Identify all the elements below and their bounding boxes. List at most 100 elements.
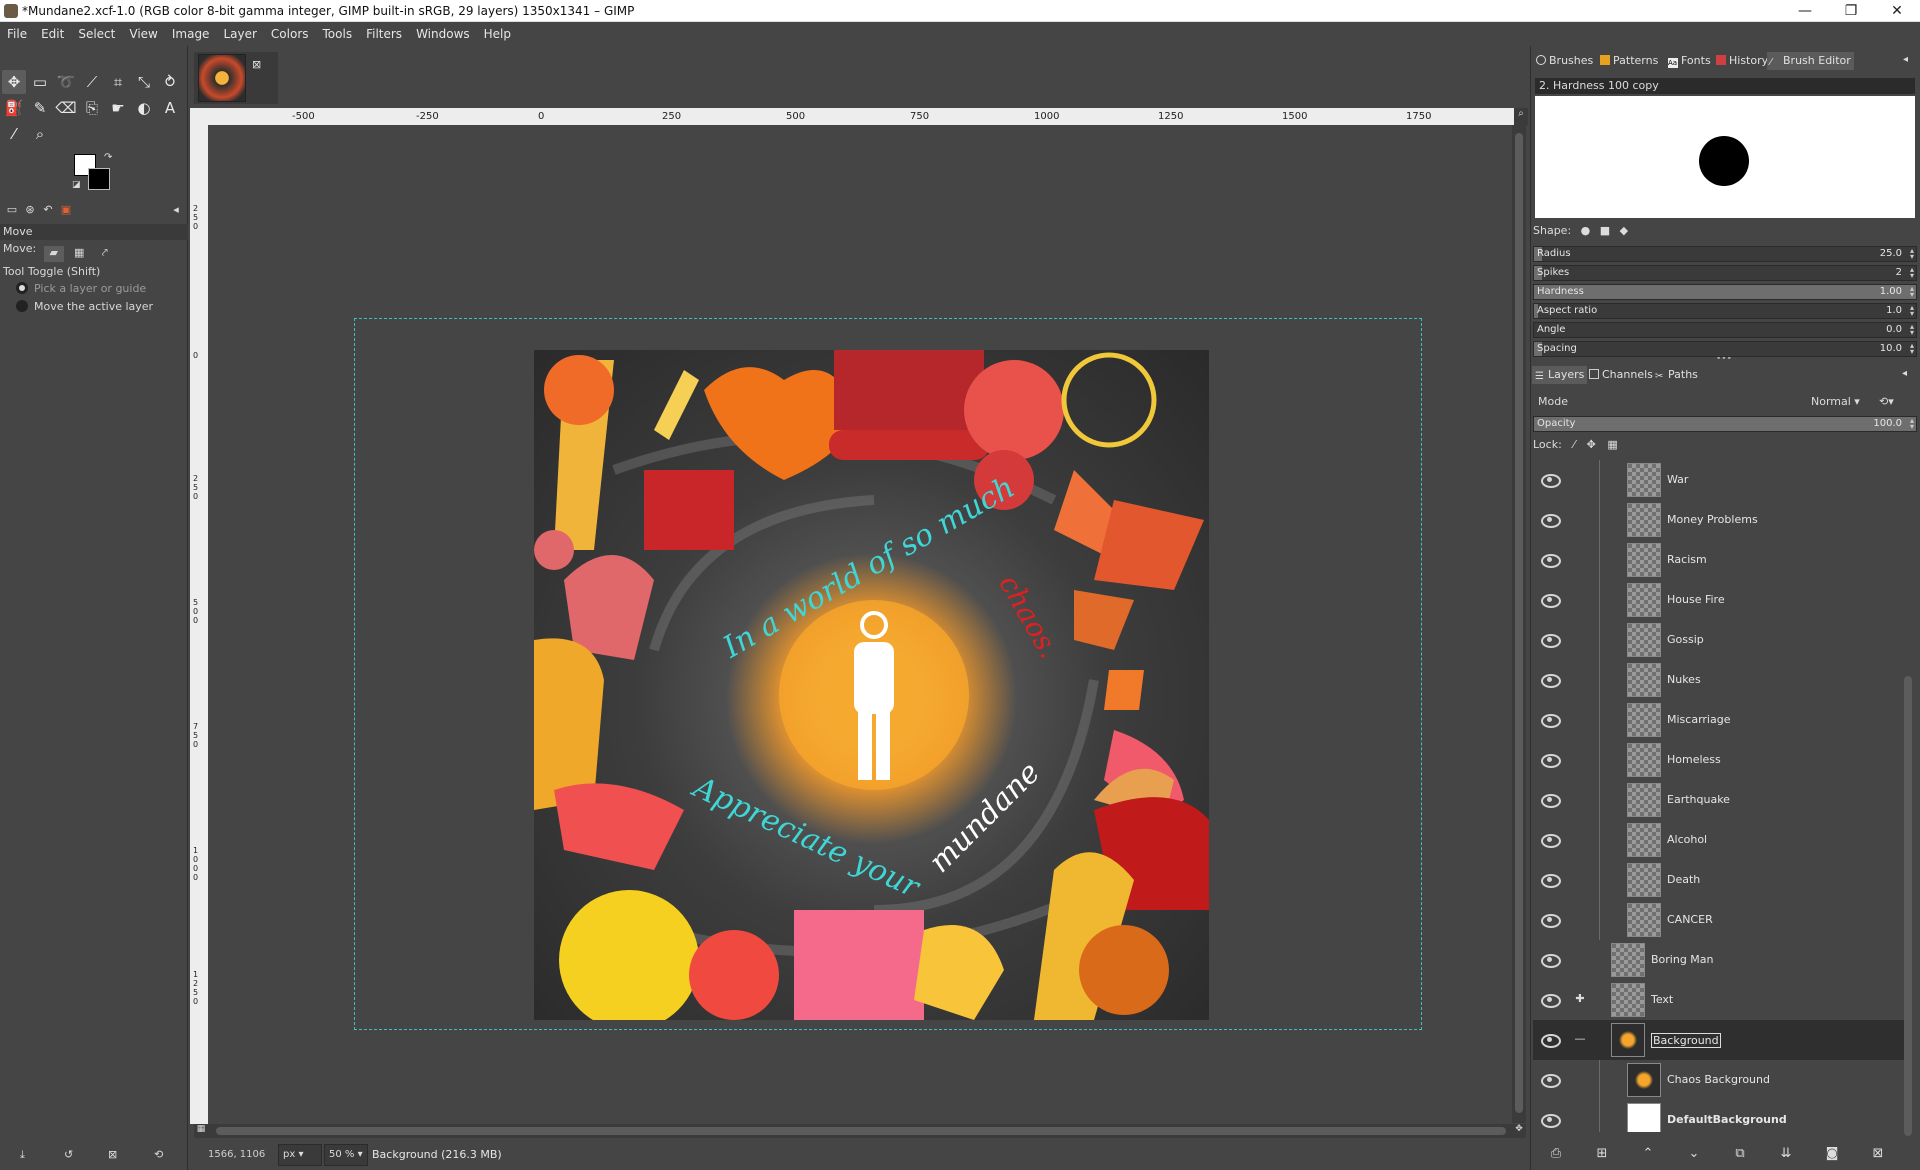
clone-tool-icon[interactable]: ⎘ bbox=[80, 96, 104, 120]
menu-windows[interactable]: Windows bbox=[409, 22, 477, 46]
menu-help[interactable]: Help bbox=[477, 22, 518, 46]
move-layer-mode-icon[interactable]: ▰ bbox=[43, 246, 64, 262]
layers-scroll-thumb[interactable] bbox=[1904, 676, 1912, 1136]
restore-button[interactable]: ❐ bbox=[1828, 0, 1874, 22]
slider-radius[interactable]: Radius 25.0 ▴ ▾ bbox=[1533, 246, 1917, 262]
duplicate-layer-icon[interactable]: ⧉ bbox=[1729, 1146, 1751, 1164]
artwork-image[interactable]: In a world of so much chaos. Appreciate … bbox=[534, 350, 1209, 1020]
slider-spacing[interactable]: Spacing 10.0 ▴ ▾ bbox=[1533, 341, 1917, 357]
zoom-select[interactable]: 50 % ▾ bbox=[324, 1144, 368, 1166]
visibility-eye-icon[interactable] bbox=[1541, 752, 1561, 768]
visibility-eye-icon[interactable] bbox=[1541, 1072, 1561, 1088]
zoom-tool-icon[interactable]: ⌕ bbox=[28, 122, 52, 146]
new-layer-icon[interactable]: ⎙ bbox=[1545, 1146, 1567, 1164]
slider-spin-icon[interactable]: ▴ ▾ bbox=[1910, 342, 1914, 356]
transform-tool-icon[interactable]: ⤡ bbox=[132, 70, 156, 94]
layer-row[interactable]: ✚ Text bbox=[1533, 980, 1905, 1020]
opacity-slider[interactable]: Opacity 100.0 ▴ ▾ bbox=[1533, 416, 1917, 432]
mode-reset-icon[interactable]: ⟲▾ bbox=[1879, 392, 1894, 412]
move-path-mode-icon[interactable]: ⤤ bbox=[95, 246, 115, 262]
paintbrush-tool-icon[interactable]: ✎ bbox=[28, 96, 52, 120]
visibility-eye-icon[interactable] bbox=[1541, 672, 1561, 688]
visibility-eye-icon[interactable] bbox=[1541, 632, 1561, 648]
lock-position-icon[interactable]: ✥ bbox=[1587, 438, 1596, 451]
layer-row[interactable]: House Fire bbox=[1533, 580, 1905, 620]
menu-tools[interactable]: Tools bbox=[316, 22, 360, 46]
lock-pixels-icon[interactable]: ⁄ bbox=[1573, 438, 1575, 451]
layer-row[interactable]: War bbox=[1533, 460, 1905, 500]
move-selection-mode-icon[interactable]: ▦ bbox=[69, 246, 89, 262]
close-image-icon[interactable]: ⊠ bbox=[252, 58, 261, 71]
horizontal-scrollbar[interactable] bbox=[208, 1124, 1514, 1138]
visibility-eye-icon[interactable] bbox=[1541, 512, 1561, 528]
visibility-eye-icon[interactable] bbox=[1541, 872, 1561, 888]
layer-row[interactable]: Racism bbox=[1533, 540, 1905, 580]
visibility-eye-icon[interactable] bbox=[1541, 992, 1561, 1008]
expand-group-icon[interactable]: ✚ bbox=[1573, 992, 1587, 1006]
dodge-tool-icon[interactable]: ◐ bbox=[132, 96, 156, 120]
collapse-group-icon[interactable]: — bbox=[1573, 1032, 1587, 1046]
brush-name[interactable]: 2. Hardness 100 copy bbox=[1535, 78, 1915, 94]
tab-brush-editor[interactable]: ⁄ Brush Editor bbox=[1767, 52, 1854, 70]
layer-row[interactable]: Nukes bbox=[1533, 660, 1905, 700]
raise-layer-icon[interactable]: ⌃ bbox=[1637, 1146, 1659, 1164]
delete-options-icon[interactable]: ⊠ bbox=[108, 1148, 117, 1161]
menu-image[interactable]: Image bbox=[165, 22, 217, 46]
crop-tool-icon[interactable]: ⌗ bbox=[106, 70, 130, 94]
images-tab-icon[interactable]: ▣ bbox=[58, 202, 74, 218]
shape-square-icon[interactable]: ■ bbox=[1600, 224, 1610, 237]
visibility-eye-icon[interactable] bbox=[1541, 592, 1561, 608]
layer-row[interactable]: Death bbox=[1533, 860, 1905, 900]
visibility-eye-icon[interactable] bbox=[1541, 1032, 1561, 1048]
vertical-scrollbar[interactable] bbox=[1512, 125, 1526, 1123]
ruler-corner[interactable] bbox=[190, 108, 208, 125]
text-tool-icon[interactable]: A bbox=[158, 96, 182, 120]
menu-colors[interactable]: Colors bbox=[264, 22, 316, 46]
menu-edit[interactable]: Edit bbox=[34, 22, 71, 46]
layer-row[interactable]: Homeless bbox=[1533, 740, 1905, 780]
layers-configure-icon[interactable]: ◂ bbox=[1902, 368, 1907, 379]
vertical-scroll-thumb[interactable] bbox=[1515, 133, 1523, 1113]
visibility-eye-icon[interactable] bbox=[1541, 552, 1561, 568]
dock-configure-icon[interactable]: ◂ bbox=[1903, 54, 1908, 65]
save-options-icon[interactable]: ⤓ bbox=[20, 1148, 25, 1162]
lasso-tool-icon[interactable]: ➰ bbox=[54, 70, 78, 94]
layer-row[interactable]: Earthquake bbox=[1533, 780, 1905, 820]
slider-spin-icon[interactable]: ▴ ▾ bbox=[1910, 323, 1914, 337]
smudge-tool-icon[interactable]: ☛ bbox=[106, 96, 130, 120]
visibility-eye-icon[interactable] bbox=[1541, 912, 1561, 928]
slider-spin-icon[interactable]: ▴ ▾ bbox=[1910, 285, 1914, 299]
slider-hardness[interactable]: Hardness 1.00 ▴ ▾ bbox=[1533, 284, 1917, 300]
move-active-layer-option[interactable]: Move the active layer bbox=[16, 300, 153, 313]
lock-alpha-icon[interactable]: ▦ bbox=[1607, 438, 1617, 451]
layers-list[interactable]: War Money Problems Racism House Fire Gossip N… bbox=[1533, 460, 1915, 1132]
slider-angle[interactable]: Angle 0.0 ▴ ▾ bbox=[1533, 322, 1917, 338]
unit-select[interactable]: px ▾ bbox=[278, 1144, 322, 1166]
pick-layer-radio[interactable] bbox=[16, 282, 28, 294]
tool-options-tab-icon[interactable]: ▭ bbox=[4, 202, 20, 218]
move-active-radio[interactable] bbox=[16, 300, 28, 312]
menu-view[interactable]: View bbox=[122, 22, 164, 46]
default-colors-icon[interactable]: ◪ bbox=[72, 180, 81, 190]
eraser-tool-icon[interactable]: ⌫ bbox=[54, 96, 78, 120]
zoom-follow-icon[interactable]: ⌕ bbox=[1514, 108, 1528, 125]
undo-history-tab-icon[interactable]: ↶ bbox=[40, 202, 56, 218]
layer-row[interactable]: DefaultBackground bbox=[1533, 1100, 1905, 1132]
add-mask-icon[interactable]: ◙ bbox=[1821, 1146, 1843, 1164]
tab-fonts[interactable]: Aa Fonts bbox=[1665, 52, 1714, 70]
layer-row[interactable]: Money Problems bbox=[1533, 500, 1905, 540]
pick-layer-option[interactable]: Pick a layer or guide bbox=[16, 282, 146, 295]
shape-diamond-icon[interactable]: ◆ bbox=[1620, 224, 1628, 237]
swap-colors-icon[interactable]: ↷ bbox=[104, 152, 112, 163]
warp-tool-icon[interactable]: ⥁ bbox=[158, 70, 182, 94]
menu-layer[interactable]: Layer bbox=[216, 22, 263, 46]
menu-select[interactable]: Select bbox=[71, 22, 122, 46]
bucket-fill-tool-icon[interactable]: ⛽ bbox=[2, 96, 26, 120]
mode-select[interactable]: Normal ▾ bbox=[1811, 392, 1860, 412]
visibility-eye-icon[interactable] bbox=[1541, 832, 1561, 848]
color-picker-tool-icon[interactable]: ⁄ bbox=[2, 122, 26, 146]
layer-row[interactable]: CANCER bbox=[1533, 900, 1905, 940]
visibility-eye-icon[interactable] bbox=[1541, 712, 1561, 728]
lower-layer-icon[interactable]: ⌄ bbox=[1683, 1146, 1705, 1164]
layer-row[interactable]: Miscarriage bbox=[1533, 700, 1905, 740]
